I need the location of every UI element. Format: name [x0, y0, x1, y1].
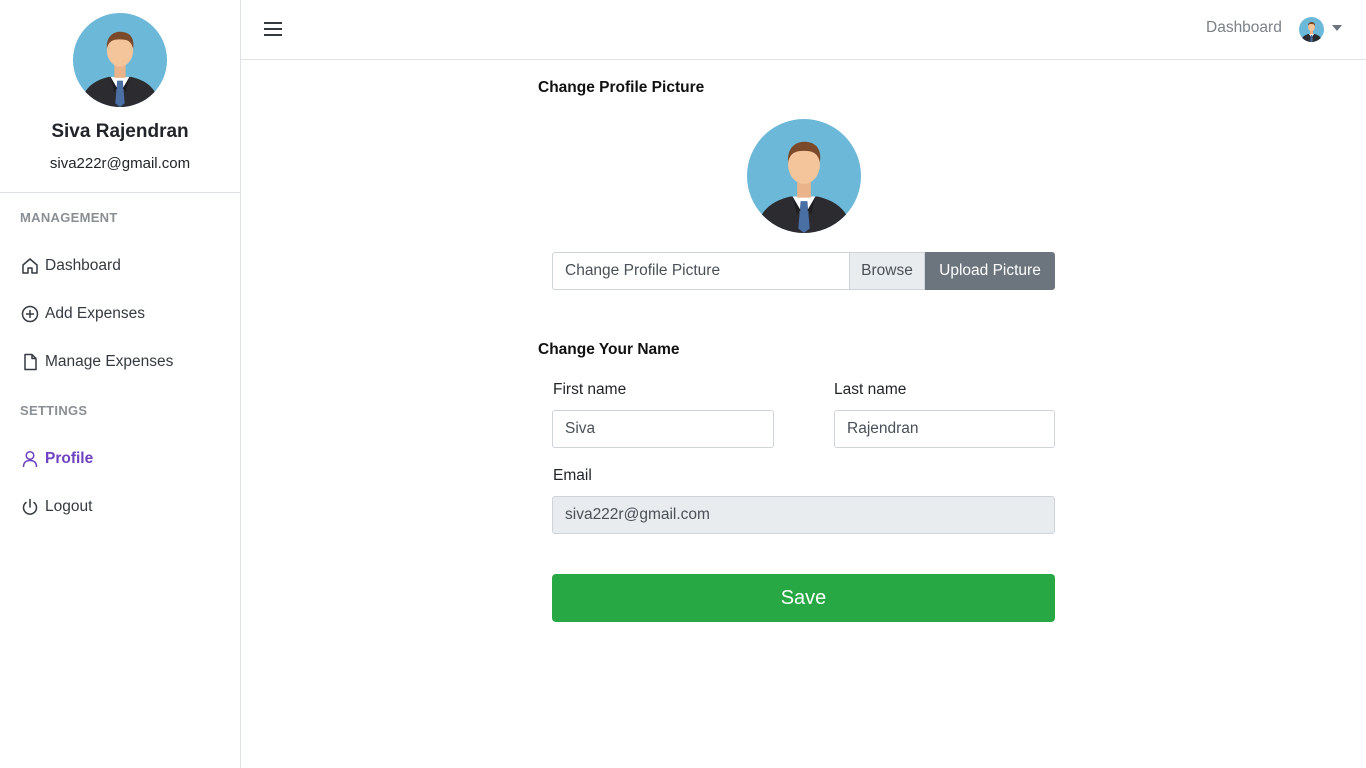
sidebar-profile: Siva Rajendran siva222r@gmail.com: [0, 0, 240, 193]
picture-section-title: Change Profile Picture: [538, 79, 705, 96]
sidebar-item-label: Profile: [45, 450, 94, 467]
last-name-input[interactable]: [834, 410, 1055, 448]
sidebar-item-manage-expenses[interactable]: Manage Expenses: [20, 349, 173, 375]
email-label: Email: [553, 467, 592, 484]
sidebar-item-dashboard[interactable]: Dashboard: [20, 253, 121, 279]
file-icon: [20, 352, 40, 372]
top-navbar: Dashboard: [241, 0, 1366, 60]
sidebar-heading-management: MANAGEMENT: [20, 210, 118, 225]
browse-button[interactable]: Browse: [849, 252, 925, 290]
sidebar-item-label: Add Expenses: [45, 305, 145, 322]
sidebar-user-name: Siva Rajendran: [51, 121, 189, 142]
sidebar-item-profile[interactable]: Profile: [20, 446, 93, 472]
profile-picture: [747, 119, 861, 233]
file-input[interactable]: Change Profile Picture: [552, 252, 849, 290]
top-dashboard-link[interactable]: Dashboard: [1206, 19, 1282, 37]
sidebar: Siva Rajendran siva222r@gmail.com MANAGE…: [0, 0, 241, 768]
sidebar-item-label: Logout: [45, 498, 93, 515]
caret-down-icon[interactable]: [1332, 25, 1342, 31]
avatar-icon[interactable]: [1299, 17, 1324, 42]
home-icon: [20, 256, 40, 276]
first-name-input[interactable]: [552, 410, 774, 448]
sidebar-avatar: [73, 13, 167, 107]
sidebar-heading-settings: SETTINGS: [20, 403, 88, 418]
hamburger-icon[interactable]: [263, 20, 283, 38]
name-section-title: Change Your Name: [538, 341, 680, 358]
sidebar-item-logout[interactable]: Logout: [20, 494, 92, 520]
user-icon: [20, 449, 40, 469]
sidebar-item-label: Dashboard: [45, 257, 121, 274]
first-name-label: First name: [553, 381, 627, 398]
last-name-label: Last name: [834, 381, 907, 398]
email-input[interactable]: [552, 496, 1055, 534]
power-icon: [20, 497, 40, 517]
sidebar-item-label: Manage Expenses: [45, 353, 174, 370]
sidebar-item-add-expenses[interactable]: Add Expenses: [20, 301, 145, 327]
upload-picture-button[interactable]: Upload Picture: [925, 252, 1055, 290]
sidebar-user-email: siva222r@gmail.com: [49, 155, 191, 172]
file-upload-group: Change Profile Picture Browse Upload Pic…: [552, 252, 1055, 290]
save-button[interactable]: Save: [552, 574, 1055, 622]
plus-circle-icon: [20, 304, 40, 324]
